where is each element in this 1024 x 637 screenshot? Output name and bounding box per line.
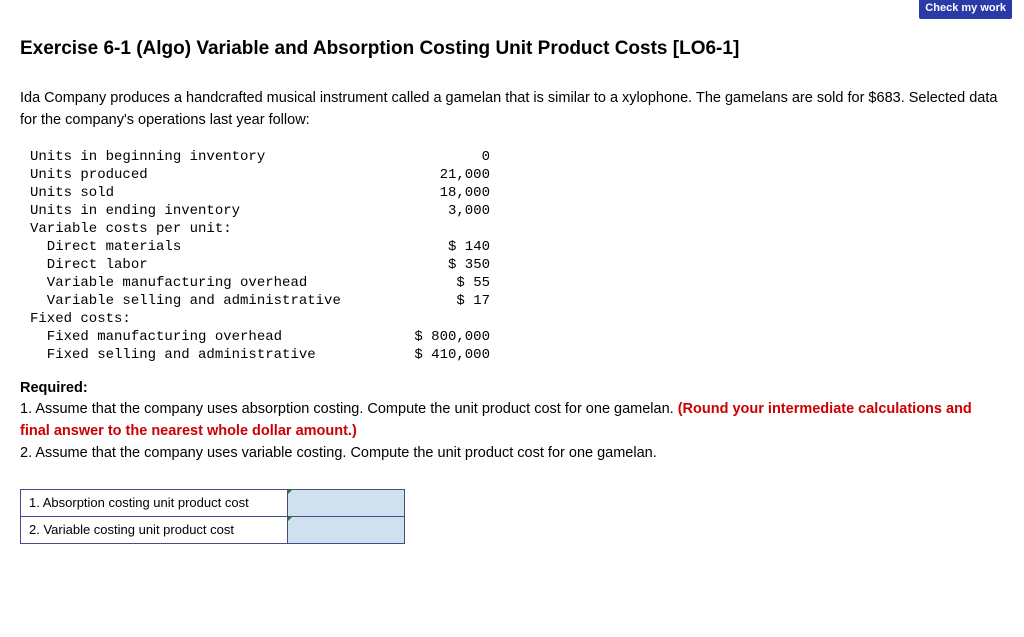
data-label: Fixed costs: (30, 310, 390, 328)
data-label: Units in ending inventory (30, 202, 390, 220)
data-value: 21,000 (390, 166, 490, 184)
data-label: Variable manufacturing overhead (30, 274, 390, 292)
data-label: Direct labor (30, 256, 390, 274)
data-label: Direct materials (30, 238, 390, 256)
data-value (390, 310, 490, 328)
data-label: Variable costs per unit: (30, 220, 390, 238)
data-label: Variable selling and administrative (30, 292, 390, 310)
data-value: 0 (390, 148, 490, 166)
data-label: Units in beginning inventory (30, 148, 390, 166)
required-heading: Required: (20, 380, 88, 396)
data-value: $ 350 (390, 256, 490, 274)
intro-text: Ida Company produces a handcrafted music… (20, 88, 1004, 132)
data-value: $ 140 (390, 238, 490, 256)
data-table: Units in beginning inventory0 Units prod… (30, 148, 1004, 364)
data-value: $ 800,000 (390, 328, 490, 346)
data-value: $ 55 (390, 274, 490, 292)
answer-row-2-label: 2. Variable costing unit product cost (21, 516, 288, 543)
data-value: 3,000 (390, 202, 490, 220)
data-value: $ 410,000 (390, 346, 490, 364)
data-label: Fixed selling and administrative (30, 346, 390, 364)
requirement-2-text: 2. Assume that the company uses variable… (20, 445, 657, 461)
data-value (390, 220, 490, 238)
absorption-cost-input[interactable] (288, 489, 405, 516)
requirement-1-text: 1. Assume that the company uses absorpti… (20, 401, 678, 417)
exercise-title: Exercise 6-1 (Algo) Variable and Absorpt… (20, 38, 1004, 60)
answer-row-1-label: 1. Absorption costing unit product cost (21, 489, 288, 516)
data-label: Units sold (30, 184, 390, 202)
data-label: Units produced (30, 166, 390, 184)
data-value: $ 17 (390, 292, 490, 310)
data-label: Fixed manufacturing overhead (30, 328, 390, 346)
data-value: 18,000 (390, 184, 490, 202)
answer-table: 1. Absorption costing unit product cost … (20, 489, 405, 544)
check-my-work-button[interactable]: Check my work (919, 0, 1012, 19)
variable-cost-input[interactable] (288, 516, 405, 543)
